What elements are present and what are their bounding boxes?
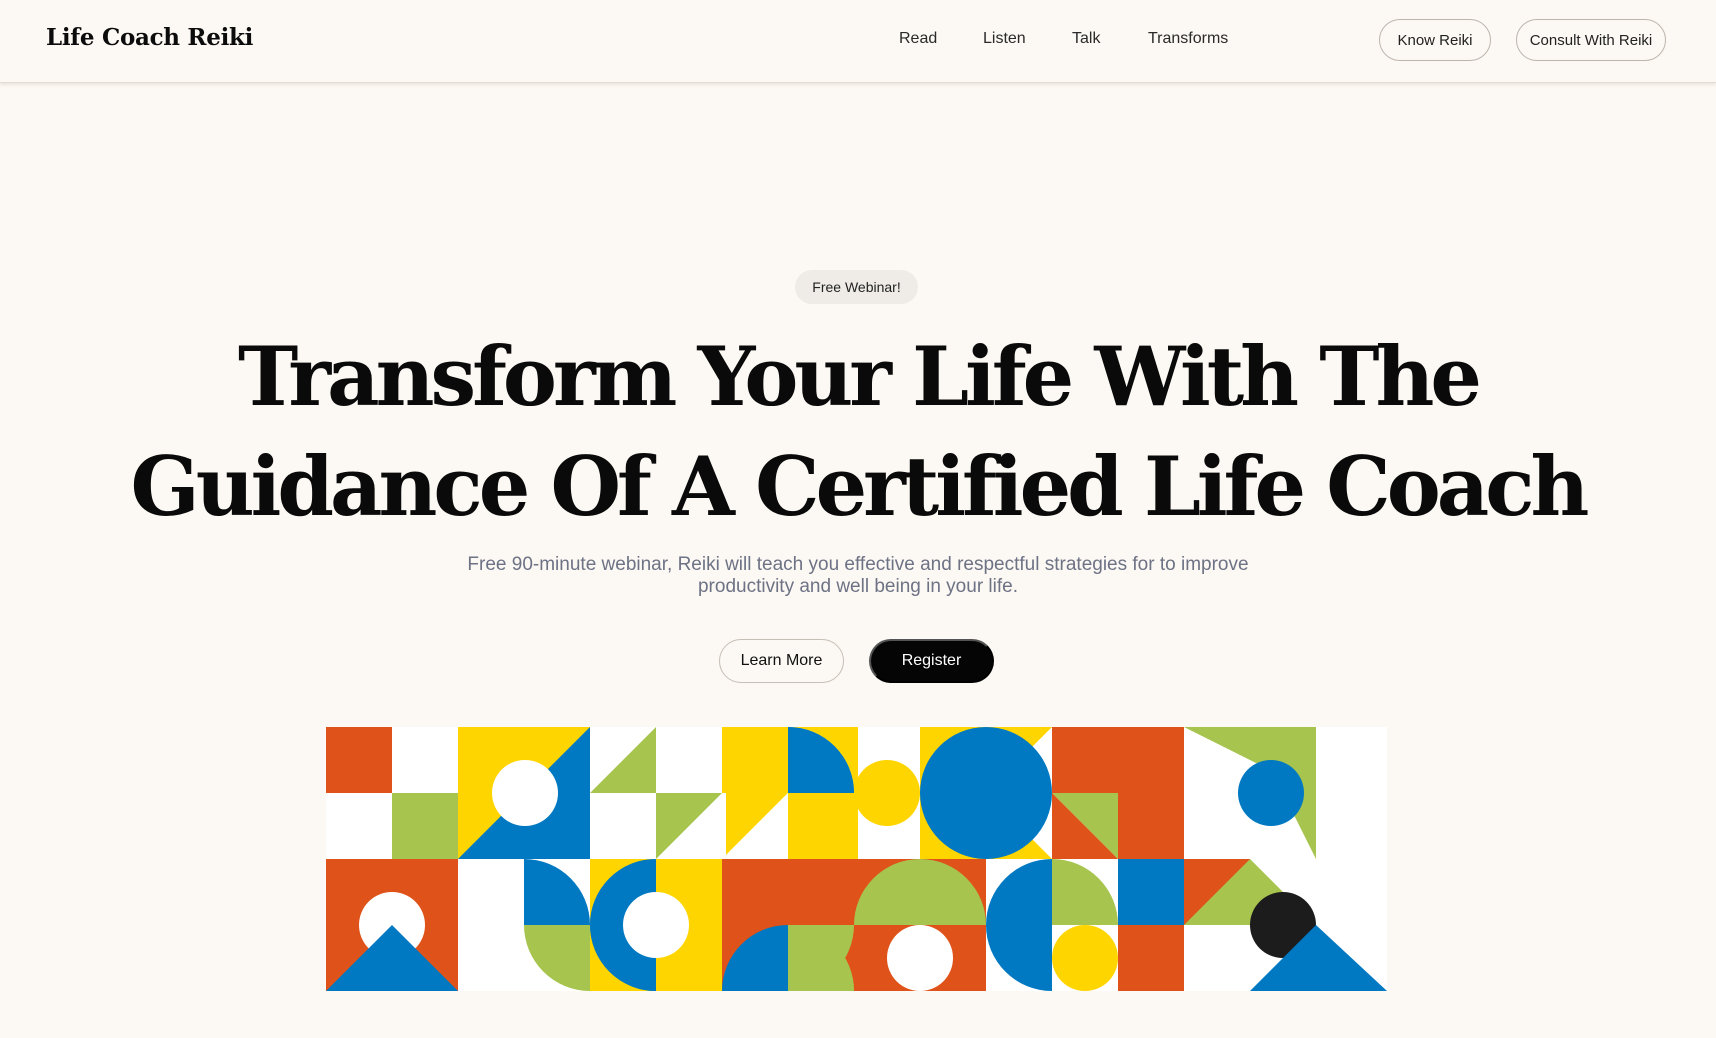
hero-subtitle: Free 90-minute webinar, Reiki will teach… xyxy=(467,554,1249,597)
headline-line-1: Transform Your Life With The xyxy=(238,330,1482,425)
headline-line-2: Guidance Of A Certified Life Coach xyxy=(130,440,1590,535)
nav-link-transforms[interactable]: Transforms xyxy=(1148,30,1228,48)
learn-more-button[interactable]: Learn More xyxy=(719,639,844,683)
consult-with-reiki-button[interactable]: Consult With Reiki xyxy=(1516,19,1666,61)
geometric-mosaic-illustration xyxy=(326,727,1387,991)
site-logo[interactable]: Life Coach Reiki xyxy=(46,24,253,51)
free-webinar-badge: Free Webinar! xyxy=(795,270,918,304)
nav-link-read[interactable]: Read xyxy=(899,30,937,48)
top-navigation-bar: Life Coach Reiki Read Listen Talk Transf… xyxy=(0,0,1716,83)
nav-link-talk[interactable]: Talk xyxy=(1072,30,1100,48)
nav-link-listen[interactable]: Listen xyxy=(983,30,1026,48)
know-reiki-button[interactable]: Know Reiki xyxy=(1379,19,1491,61)
register-button[interactable]: Register xyxy=(869,639,994,683)
